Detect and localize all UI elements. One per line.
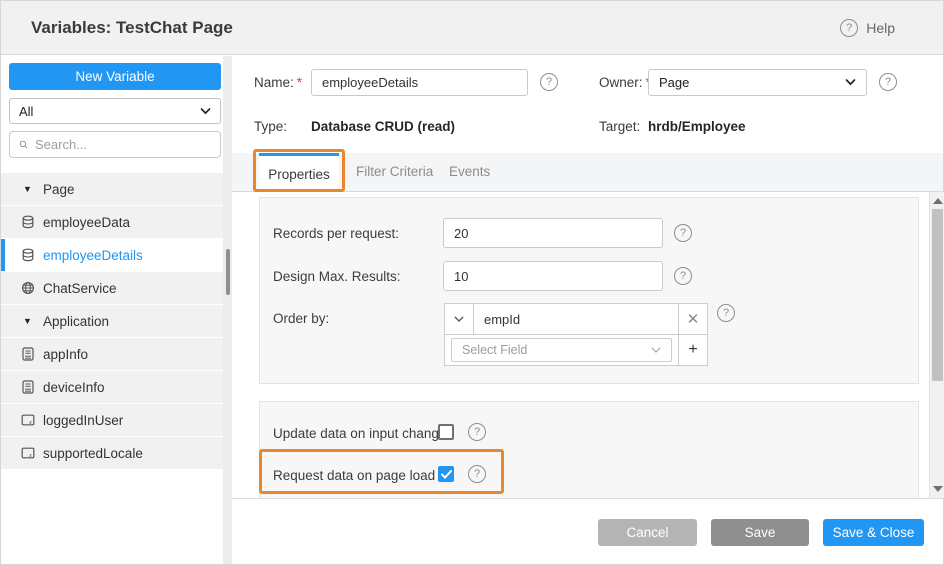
type-label: Type: (254, 119, 287, 134)
type-value: Database CRUD (read) (311, 119, 455, 134)
order-by-field[interactable] (474, 304, 678, 334)
name-help-icon[interactable]: ? (540, 73, 558, 91)
check-icon (441, 470, 452, 479)
chevron-down-icon (651, 347, 661, 354)
tree-label: appInfo (43, 347, 88, 362)
chevron-down-icon (454, 316, 464, 323)
max-results-help-icon[interactable]: ? (674, 267, 692, 285)
sidebar-item-page[interactable]: ▼ Page (1, 173, 223, 205)
variable-icon: x (20, 446, 35, 460)
add-order-by-row: Select Field + (445, 335, 707, 365)
save-button[interactable]: Save (711, 519, 809, 546)
scroll-down-arrow-icon[interactable] (933, 486, 943, 492)
data-load-options-card (259, 401, 919, 498)
page-title: Variables: TestChat Page (31, 1, 233, 55)
update-data-on-input-change-label: Update data on input change (273, 426, 446, 441)
sort-direction-toggle[interactable] (445, 304, 474, 334)
order-by-row: ✕ (445, 304, 707, 335)
request-data-help-icon[interactable]: ? (468, 465, 486, 483)
sidebar-item-deviceinfo[interactable]: deviceInfo (1, 371, 223, 403)
remove-order-by-button[interactable]: ✕ (678, 304, 707, 334)
tree-label: deviceInfo (43, 380, 105, 395)
collapse-caret-icon[interactable]: ▼ (20, 184, 35, 194)
content-scrollbar-thumb[interactable] (932, 209, 943, 381)
variable-filter-select[interactable]: All (9, 98, 221, 124)
tab-events[interactable]: Events (449, 153, 490, 192)
design-max-results-field[interactable] (443, 261, 663, 291)
variables-tree: ▼ Page employeeData employeeDetails Chat… (1, 173, 223, 470)
target-value: hrdb/Employee (648, 119, 746, 134)
tree-label: supportedLocale (43, 446, 143, 461)
tree-label: ChatService (43, 281, 117, 296)
chevron-down-icon (845, 79, 856, 86)
scroll-up-arrow-icon[interactable] (933, 198, 943, 204)
globe-icon (20, 281, 35, 295)
variables-dialog: Variables: TestChat Page ? Help New Vari… (0, 0, 944, 565)
device-icon (20, 380, 35, 394)
sidebar-item-chatservice[interactable]: ChatService (1, 272, 223, 304)
records-help-icon[interactable]: ? (674, 224, 692, 242)
select-field-dropdown[interactable]: Select Field (451, 338, 672, 362)
update-data-on-input-change-checkbox[interactable] (438, 424, 454, 440)
sidebar-scrollbar-thumb[interactable] (226, 249, 230, 295)
cancel-button[interactable]: Cancel (598, 519, 697, 546)
name-field[interactable] (311, 69, 528, 96)
tree-label: employeeData (43, 215, 130, 230)
help-label: Help (866, 20, 895, 36)
search-input[interactable] (35, 137, 211, 152)
database-icon (20, 248, 35, 262)
sidebar-scrollbar[interactable] (223, 56, 232, 564)
owner-value: Page (659, 75, 689, 90)
required-marker: * (297, 75, 302, 90)
sidebar-item-application[interactable]: ▼ Application (1, 305, 223, 337)
tab-properties[interactable]: Properties (259, 153, 339, 192)
collapse-caret-icon[interactable]: ▼ (20, 316, 35, 326)
add-order-by-button[interactable]: + (678, 335, 707, 365)
tree-label: employeeDetails (43, 248, 143, 263)
new-variable-button[interactable]: New Variable (9, 63, 221, 90)
sidebar-item-employeedata[interactable]: employeeData (1, 206, 223, 238)
owner-label: Owner:* (599, 75, 651, 90)
request-data-on-page-load-checkbox[interactable] (438, 466, 454, 482)
update-data-help-icon[interactable]: ? (468, 423, 486, 441)
sidebar-item-employeedetails[interactable]: employeeDetails (1, 239, 223, 271)
tab-filter-criteria[interactable]: Filter Criteria (356, 153, 433, 192)
select-field-placeholder: Select Field (462, 343, 527, 357)
help-button[interactable]: ? Help (840, 1, 895, 55)
order-by-control: ✕ Select Field + (444, 303, 708, 366)
tree-label: Page (43, 182, 75, 197)
records-per-request-field[interactable] (443, 218, 663, 248)
records-per-request-label: Records per request: (273, 226, 399, 241)
device-icon (20, 347, 35, 361)
variable-search (9, 131, 221, 158)
target-label: Target: (599, 119, 640, 134)
tree-label: Application (43, 314, 109, 329)
variables-sidebar: New Variable All ▼ Page employeeData emp… (1, 56, 223, 564)
search-icon (19, 138, 28, 151)
sidebar-item-appinfo[interactable]: appInfo (1, 338, 223, 370)
design-max-results-label: Design Max. Results: (273, 269, 401, 284)
name-label: Name:* (254, 75, 302, 90)
order-by-help-icon[interactable]: ? (717, 304, 735, 322)
help-icon: ? (840, 19, 858, 37)
database-icon (20, 215, 35, 229)
owner-help-icon[interactable]: ? (879, 73, 897, 91)
owner-select[interactable]: Page (648, 69, 867, 96)
sidebar-item-supportedlocale[interactable]: x supportedLocale (1, 437, 223, 469)
svg-text:x: x (28, 452, 32, 459)
request-data-on-page-load-label: Request data on page load (273, 468, 435, 483)
chevron-down-icon (200, 108, 211, 115)
svg-text:x: x (28, 419, 32, 426)
dialog-footer: Cancel Save Save & Close (232, 499, 943, 564)
content-scrollbar[interactable] (929, 192, 944, 498)
sidebar-item-loggedinuser[interactable]: x loggedInUser (1, 404, 223, 436)
select-field-wrap: Select Field (445, 335, 678, 365)
variable-filter-value: All (19, 104, 33, 119)
variable-icon: x (20, 413, 35, 427)
tree-label: loggedInUser (43, 413, 123, 428)
save-and-close-button[interactable]: Save & Close (823, 519, 924, 546)
dialog-header: Variables: TestChat Page ? Help (1, 1, 943, 55)
order-by-label: Order by: (273, 311, 329, 326)
